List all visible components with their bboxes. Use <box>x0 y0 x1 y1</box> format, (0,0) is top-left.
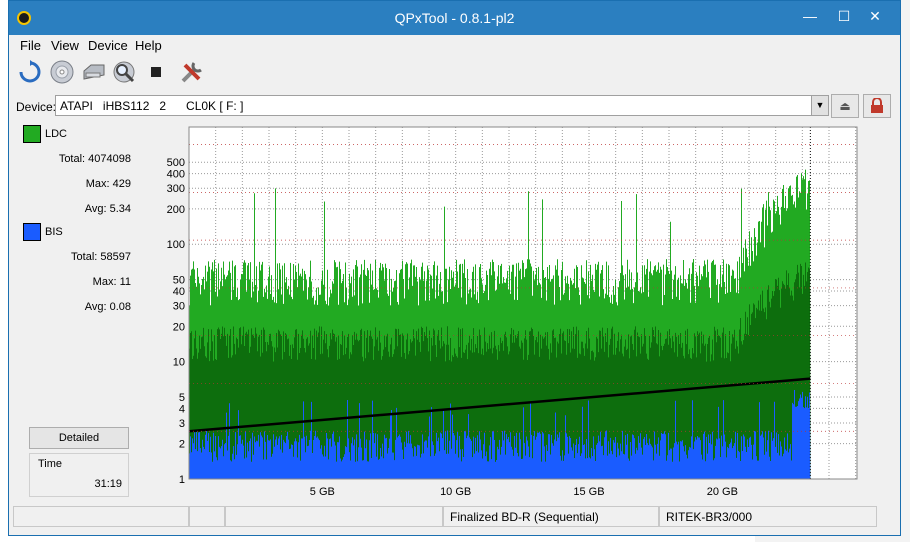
ldc-bis-chart: 1234510203040501002003004005002468101214… <box>167 126 875 498</box>
stats-panel: LDC Total: 4074098 Max: 429 Avg: 5.34 BI… <box>9 121 137 501</box>
menu-file[interactable]: File <box>20 38 41 53</box>
maximize-button[interactable]: ☐ <box>829 5 859 27</box>
close-button[interactable]: ✕ <box>860 5 890 27</box>
menu-view[interactable]: View <box>51 38 79 53</box>
stop-icon[interactable] <box>143 59 169 85</box>
qpxtool-window: QPxTool - 0.8.1-pl2 — ☐ ✕ File View Devi… <box>8 0 901 536</box>
x-tick-label: 15 GB <box>573 486 604 498</box>
disc-icon[interactable] <box>49 59 75 85</box>
x-tick-label: 20 GB <box>707 486 738 498</box>
time-label: Time <box>38 458 63 470</box>
bis-total: Total: 58597 <box>71 251 131 263</box>
y-left-tick-label: 4 <box>179 403 185 415</box>
status-cell-2 <box>189 506 225 527</box>
device-select[interactable]: ATAPI iHBS112 2 CL0K [ F: ] ▼ <box>55 95 829 116</box>
toolbar <box>9 57 900 89</box>
y-left-tick-label: 400 <box>167 169 185 181</box>
y-left-tick-label: 50 <box>173 275 185 287</box>
status-cell-1 <box>13 506 189 527</box>
x-tick-label: 5 GB <box>310 486 335 498</box>
chart-area: 1234510203040501002003004005002468101214… <box>133 123 875 501</box>
y-left-tick-label: 20 <box>173 321 185 333</box>
y-left-tick-label: 2 <box>179 439 185 451</box>
window-title: QPxTool - 0.8.1-pl2 <box>394 10 515 26</box>
bis-legend-swatch <box>23 223 41 241</box>
device-row: Device: ATAPI iHBS112 2 CL0K [ F: ] ▼ ⏏ <box>9 92 900 120</box>
menu-device[interactable]: Device <box>88 38 128 53</box>
time-box: Time 31:19 <box>29 453 129 497</box>
y-left-tick-label: 30 <box>173 301 185 313</box>
device-label: Device: <box>16 100 57 114</box>
bis-max: Max: 11 <box>92 276 131 288</box>
eject-icon: ⏏ <box>839 99 851 113</box>
minimize-button[interactable]: — <box>795 5 825 27</box>
y-left-tick-label: 10 <box>173 357 185 369</box>
status-bar: Finalized BD-R (Sequential) RITEK-BR3/00… <box>13 506 893 528</box>
detailed-button[interactable]: Detailed <box>29 427 129 449</box>
y-left-tick-label: 3 <box>179 418 185 430</box>
drive-icon[interactable] <box>81 59 107 85</box>
device-select-value: ATAPI iHBS112 2 CL0K [ F: ] <box>60 99 244 113</box>
status-media-id: RITEK-BR3/000 <box>659 506 877 527</box>
y-left-tick-label: 40 <box>173 286 185 298</box>
ldc-avg: Avg: 5.34 <box>84 203 131 215</box>
y-left-tick-label: 5 <box>179 392 185 404</box>
scan-icon[interactable] <box>111 59 137 85</box>
lock-icon <box>871 97 883 113</box>
eject-button[interactable]: ⏏ <box>831 94 859 118</box>
status-cell-3 <box>225 506 443 527</box>
time-value: 31:19 <box>94 478 122 490</box>
menu-help[interactable]: Help <box>135 38 162 53</box>
refresh-icon[interactable] <box>17 59 43 85</box>
y-left-tick-label: 100 <box>167 239 185 251</box>
bis-label: BIS <box>45 226 63 238</box>
y-left-tick-label: 300 <box>167 183 185 195</box>
title-bar[interactable]: QPxTool - 0.8.1-pl2 — ☐ ✕ <box>9 1 900 35</box>
ldc-label: LDC <box>45 128 68 140</box>
menu-bar: File View Device Help <box>9 35 900 55</box>
ldc-legend-swatch <box>23 125 41 143</box>
y-left-tick-label: 500 <box>167 157 185 169</box>
ldc-max: Max: 429 <box>85 178 131 190</box>
y-left-tick-label: 1 <box>179 474 185 486</box>
lock-button[interactable] <box>863 94 891 118</box>
x-tick-label: 10 GB <box>440 486 471 498</box>
y-left-tick-label: 200 <box>167 204 185 216</box>
chevron-down-icon[interactable]: ▼ <box>811 96 828 115</box>
settings-tools-icon[interactable] <box>179 59 205 85</box>
ldc-total: Total: 4074098 <box>58 153 131 165</box>
status-disc-type: Finalized BD-R (Sequential) <box>443 506 659 527</box>
bis-avg: Avg: 0.08 <box>84 301 131 313</box>
